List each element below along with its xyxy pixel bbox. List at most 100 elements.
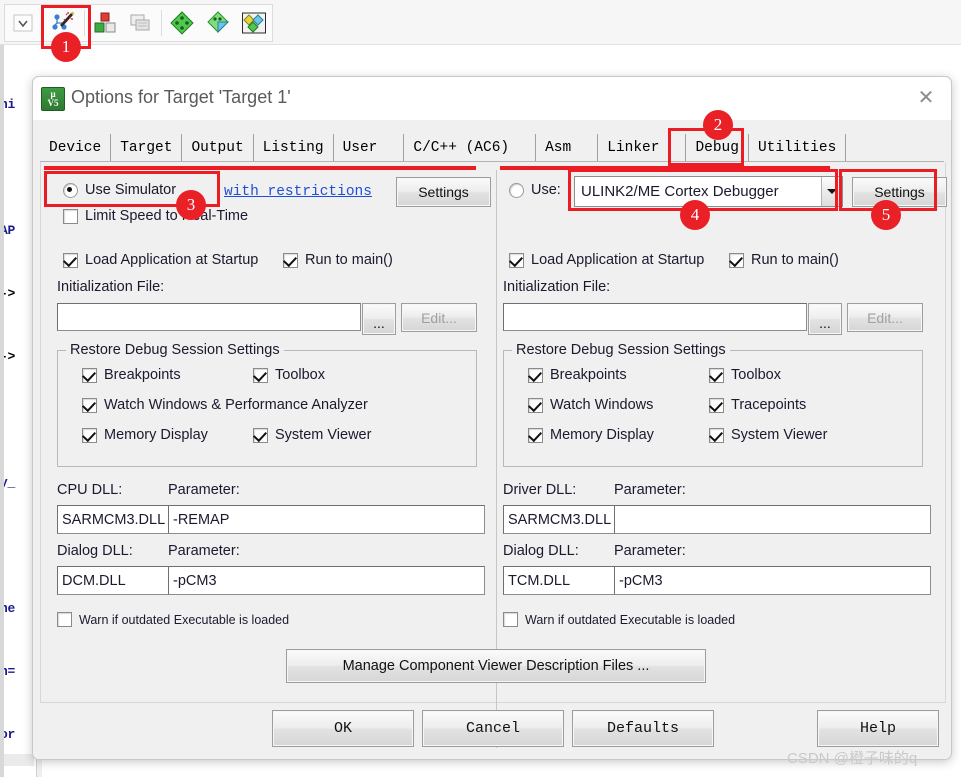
ok-button[interactable]: OK xyxy=(272,710,414,747)
watch-windows-checkbox[interactable] xyxy=(82,397,97,413)
warn-outdated-checkbox[interactable] xyxy=(503,612,518,627)
tracepoints-checkbox[interactable] xyxy=(709,397,724,413)
tab-linker[interactable]: Linker xyxy=(598,134,687,161)
warn-outdated-label: Warn if outdated Executable is loaded xyxy=(79,612,290,627)
manage-component-viewer-button[interactable]: Manage Component Viewer Description File… xyxy=(286,649,706,683)
toolbox-label: Toolbox xyxy=(275,367,325,383)
dialog-parameter-label-left: Parameter: xyxy=(168,543,240,559)
defaults-button[interactable]: Defaults xyxy=(572,710,714,747)
driver-parameter-input[interactable] xyxy=(614,505,931,534)
tab-utilities[interactable]: Utilities xyxy=(748,134,847,161)
simulator-settings-button[interactable]: Settings xyxy=(396,177,491,207)
restore-tracepoints-row-right[interactable]: Tracepoints xyxy=(709,397,806,413)
init-file-browse-button-left[interactable]: ... xyxy=(362,303,396,335)
run-to-main-checkbox[interactable] xyxy=(729,252,744,268)
with-restrictions-link[interactable]: with restrictions xyxy=(224,184,372,200)
restore-system-viewer-row-left[interactable]: System Viewer xyxy=(253,427,371,443)
restore-group-title-left: Restore Debug Session Settings xyxy=(66,342,284,358)
limit-speed-row[interactable]: Limit Speed to Real-Time xyxy=(63,208,248,224)
restore-breakpoints-row-right[interactable]: Breakpoints xyxy=(528,367,627,383)
dropdown-chevron-icon-button[interactable] xyxy=(5,6,41,40)
load-app-label: Load Application at Startup xyxy=(531,252,705,268)
debugger-select-value: ULINK2/ME Cortex Debugger xyxy=(581,183,779,200)
tab-c-cpp-ac6[interactable]: C/C++ (AC6) xyxy=(404,134,537,161)
tab-label: C/C++ (AC6) xyxy=(413,139,510,156)
toolbar-divider xyxy=(84,10,85,36)
system-viewer-checkbox[interactable] xyxy=(253,427,268,443)
restore-breakpoints-row-left[interactable]: Breakpoints xyxy=(82,367,181,383)
use-simulator-radio-row[interactable]: Use Simulator xyxy=(63,182,176,198)
restore-memory-display-row-left[interactable]: Memory Display xyxy=(82,427,208,443)
use-debugger-radio[interactable] xyxy=(509,182,524,198)
tab-user[interactable]: User xyxy=(333,134,405,161)
init-file-edit-button-right[interactable]: Edit... xyxy=(847,303,923,332)
restore-system-viewer-row-right[interactable]: System Viewer xyxy=(709,427,827,443)
warn-outdated-checkbox[interactable] xyxy=(57,612,72,627)
watch-windows-checkbox[interactable] xyxy=(528,397,543,413)
tab-output[interactable]: Output xyxy=(182,134,254,161)
annotation-badge-3: 3 xyxy=(176,190,206,220)
restore-watch-windows-row-right[interactable]: Watch Windows xyxy=(528,397,653,413)
driver-dll-input[interactable]: SARMCM3.DLL xyxy=(503,505,621,534)
help-button[interactable]: Help xyxy=(817,710,939,747)
dialog-parameter-input-right[interactable]: -pCM3 xyxy=(614,566,931,595)
system-viewer-checkbox[interactable] xyxy=(709,427,724,443)
load-app-row-left[interactable]: Load Application at Startup xyxy=(63,252,258,268)
memory-display-checkbox[interactable] xyxy=(82,427,97,443)
tab-label: Output xyxy=(191,139,244,156)
init-file-browse-button-right[interactable]: ... xyxy=(808,303,842,335)
load-app-row-right[interactable]: Load Application at Startup xyxy=(509,252,704,268)
editor-horizontal-scrollbar[interactable] xyxy=(0,754,34,766)
breakpoints-checkbox[interactable] xyxy=(82,367,97,383)
warn-outdated-row-left[interactable]: Warn if outdated Executable is loaded xyxy=(57,612,289,627)
limit-speed-checkbox[interactable] xyxy=(63,208,78,224)
breakpoints-checkbox[interactable] xyxy=(528,367,543,383)
dialog-parameter-input-left[interactable]: -pCM3 xyxy=(168,566,485,595)
init-file-input-left[interactable] xyxy=(57,303,361,331)
load-app-checkbox[interactable] xyxy=(63,252,78,268)
batch-build-icon[interactable] xyxy=(123,6,159,40)
pack-installer-icon[interactable] xyxy=(200,6,236,40)
tab-target[interactable]: Target xyxy=(111,134,183,161)
use-debugger-radio-row[interactable]: Use: xyxy=(509,182,561,198)
init-file-label-left: Initialization File: xyxy=(57,279,165,295)
run-to-main-row-right[interactable]: Run to main() xyxy=(729,252,839,268)
close-icon[interactable]: ✕ xyxy=(901,77,951,117)
manage-runtime-environment-icon[interactable] xyxy=(164,6,200,40)
load-app-checkbox[interactable] xyxy=(509,252,524,268)
run-to-main-row-left[interactable]: Run to main() xyxy=(283,252,393,268)
restore-watch-windows-row-left[interactable]: Watch Windows & Performance Analyzer xyxy=(82,397,368,413)
restore-memory-display-row-right[interactable]: Memory Display xyxy=(528,427,654,443)
dialog-dll-input-right[interactable]: TCM.DLL xyxy=(503,566,621,595)
init-file-input-right[interactable] xyxy=(503,303,807,331)
debugger-settings-button[interactable]: Settings xyxy=(852,177,947,207)
dialog-dll-input-left[interactable]: DCM.DLL xyxy=(57,566,175,595)
restore-debug-session-group-right: Restore Debug Session Settings Breakpoin… xyxy=(503,342,923,467)
toolbox-checkbox[interactable] xyxy=(709,367,724,383)
use-simulator-radio[interactable] xyxy=(63,182,78,198)
tab-device[interactable]: Device xyxy=(40,134,112,161)
run-to-main-label: Run to main() xyxy=(305,252,393,268)
memory-display-checkbox[interactable] xyxy=(528,427,543,443)
toolbar-divider xyxy=(43,10,44,36)
cpu-dll-input[interactable]: SARMCM3.DLL xyxy=(57,505,175,534)
manage-project-items-icon[interactable] xyxy=(236,6,272,40)
tab-listing[interactable]: Listing xyxy=(253,134,334,161)
warn-outdated-label: Warn if outdated Executable is loaded xyxy=(525,612,736,627)
build-target-icon[interactable] xyxy=(87,6,123,40)
run-to-main-checkbox[interactable] xyxy=(283,252,298,268)
toolbox-checkbox[interactable] xyxy=(253,367,268,383)
toolbar-divider xyxy=(161,10,162,36)
csdn-watermark: CSDN @橙子味的q xyxy=(787,750,918,767)
tab-asm[interactable]: Asm xyxy=(536,134,599,161)
cpu-parameter-input[interactable]: -REMAP xyxy=(168,505,485,534)
warn-outdated-row-right[interactable]: Warn if outdated Executable is loaded xyxy=(503,612,735,627)
use-simulator-label: Use Simulator xyxy=(85,182,177,198)
restore-toolbox-row-left[interactable]: Toolbox xyxy=(253,367,325,383)
init-file-edit-button-left[interactable]: Edit... xyxy=(401,303,477,332)
tabstrip: Device Target Output Listing User C/C++ … xyxy=(40,132,944,161)
cancel-button[interactable]: Cancel xyxy=(422,710,564,747)
chevron-down-icon[interactable] xyxy=(821,177,842,206)
debugger-select[interactable]: ULINK2/ME Cortex Debugger xyxy=(574,176,843,207)
restore-toolbox-row-right[interactable]: Toolbox xyxy=(709,367,781,383)
